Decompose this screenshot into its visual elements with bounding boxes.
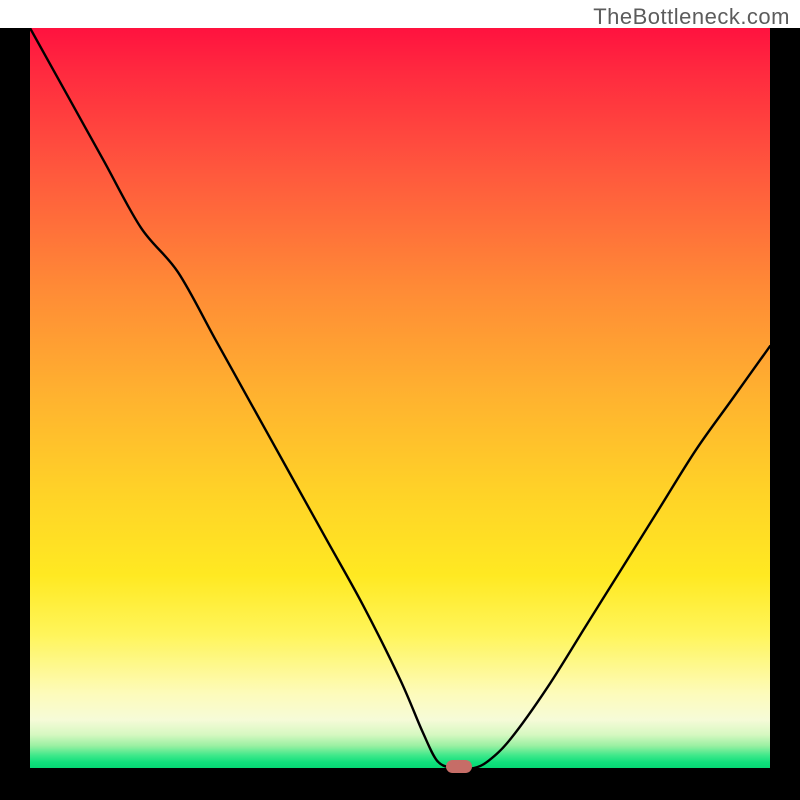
- watermark-text: TheBottleneck.com: [593, 4, 790, 30]
- chart-frame: [0, 28, 800, 800]
- minimum-marker: [446, 760, 472, 773]
- chart-plot-area: [30, 28, 770, 768]
- heat-gradient-background: [30, 28, 770, 768]
